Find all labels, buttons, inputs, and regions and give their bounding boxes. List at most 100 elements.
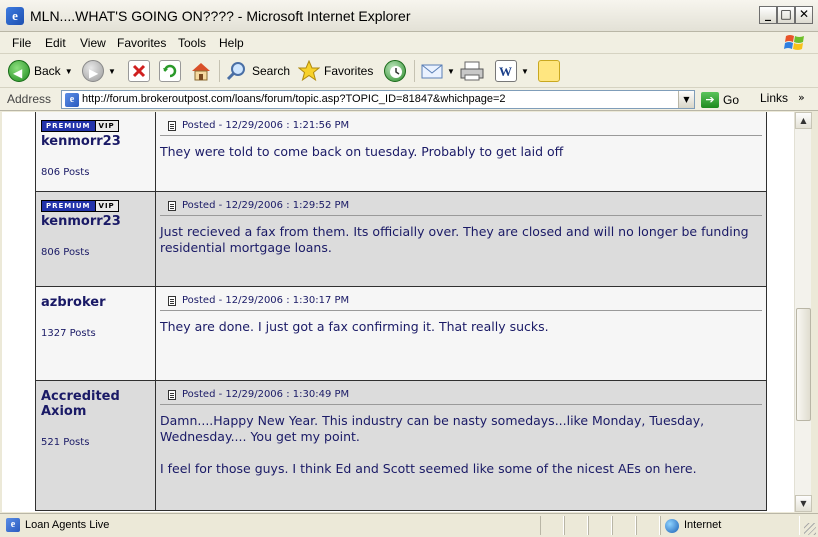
history-icon	[384, 60, 406, 82]
scroll-down-button[interactable]: ▼	[795, 495, 812, 512]
word-document-icon: W	[495, 60, 517, 82]
scroll-thumb[interactable]	[796, 308, 811, 421]
menu-view[interactable]: View	[80, 36, 106, 50]
forward-button[interactable]: ▶ ▼	[82, 58, 116, 84]
author-name-link[interactable]: kenmorr23	[41, 214, 150, 229]
forum-post-row: PREMIUM VIP kenmorr23 806 Posts Posted -…	[36, 192, 766, 287]
scroll-up-button[interactable]: ▲	[795, 112, 812, 129]
premium-badge: PREMIUM	[41, 200, 96, 212]
menu-favorites[interactable]: Favorites	[117, 36, 166, 50]
author-post-count: 1327 Posts	[41, 328, 96, 339]
search-icon	[226, 60, 248, 82]
go-arrow-icon: ➔	[701, 91, 719, 108]
history-button[interactable]	[384, 58, 406, 84]
forward-arrow-icon: ▶	[82, 60, 104, 82]
minimize-button[interactable]: _	[759, 6, 777, 24]
address-dropdown-icon[interactable]: ▼	[678, 91, 694, 108]
page-icon: e	[65, 93, 79, 107]
print-button[interactable]	[460, 58, 484, 84]
links-chevron-icon[interactable]: »	[798, 91, 805, 104]
menu-file[interactable]: File	[12, 36, 31, 50]
address-label: Address	[7, 92, 52, 106]
post-timestamp: Posted - 12/29/2006 : 1:29:52 PM	[182, 200, 350, 211]
post-body: They are done. I just got a fax confirmi…	[160, 319, 762, 335]
edit-dropdown-icon[interactable]: ▼	[521, 67, 529, 76]
vip-badge: VIP	[95, 120, 119, 132]
author-name-link[interactable]: azbroker	[41, 295, 150, 310]
post-document-icon	[168, 389, 176, 400]
toolbar-separator	[414, 60, 415, 82]
member-badges: PREMIUM VIP	[41, 200, 150, 212]
post-timestamp: Posted - 12/29/2006 : 1:21:56 PM	[182, 120, 350, 131]
menu-tools[interactable]: Tools	[178, 36, 206, 50]
forward-dropdown-icon[interactable]: ▼	[108, 67, 116, 76]
post-text: Just recieved a fax from them. Its offic…	[160, 224, 749, 255]
author-post-count: 806 Posts	[41, 247, 90, 258]
links-button[interactable]: Links	[760, 91, 788, 105]
forum-post-row: azbroker 1327 Posts Posted - 12/29/2006 …	[36, 287, 766, 381]
post-divider	[160, 135, 762, 136]
print-icon	[460, 60, 484, 82]
security-zone-label: Internet	[684, 519, 722, 531]
window-title: MLN....WHAT'S GOING ON???? - Microsoft I…	[30, 8, 411, 24]
forum-thread: PREMIUM VIP kenmorr23 806 Posts Posted -…	[35, 112, 767, 511]
refresh-icon	[159, 60, 181, 82]
home-button[interactable]	[190, 58, 212, 84]
vip-badge: VIP	[95, 200, 119, 212]
security-zone-panel	[660, 516, 800, 535]
post-author-cell: PREMIUM VIP kenmorr23 806 Posts	[36, 112, 156, 191]
edit-word-button[interactable]: W ▼	[495, 58, 529, 84]
status-panel	[588, 516, 612, 535]
home-icon	[190, 60, 212, 82]
post-timestamp: Posted - 12/29/2006 : 1:30:17 PM	[182, 295, 350, 306]
address-url[interactable]: http://forum.brokeroutpost.com/loans/for…	[82, 93, 506, 105]
back-arrow-icon: ◀	[8, 60, 30, 82]
maximize-button[interactable]: □	[777, 6, 795, 24]
stop-icon	[128, 60, 150, 82]
mail-icon	[421, 60, 443, 82]
post-body: Just recieved a fax from them. Its offic…	[160, 224, 762, 256]
internet-globe-icon	[665, 519, 679, 533]
page-status-icon: e	[6, 518, 20, 532]
post-body: They were told to come back on tuesday. …	[160, 144, 762, 160]
toolbar-separator	[219, 60, 220, 82]
premium-badge: PREMIUM	[41, 120, 96, 132]
post-cell: Posted - 12/29/2006 : 1:30:17 PM They ar…	[156, 287, 766, 380]
status-panel	[636, 516, 660, 535]
author-name-link[interactable]: Accredited Axiom	[41, 389, 131, 419]
resize-grip[interactable]	[804, 523, 816, 535]
status-panel	[612, 516, 636, 535]
favorites-label: Favorites	[324, 64, 374, 78]
author-post-count: 521 Posts	[41, 437, 90, 448]
close-button[interactable]: ✕	[795, 6, 813, 24]
ie-app-icon[interactable]: e	[6, 7, 24, 25]
mail-button[interactable]: ▼	[421, 58, 455, 84]
go-button[interactable]: ➔ Go	[701, 90, 739, 109]
post-divider	[160, 404, 762, 405]
menu-edit[interactable]: Edit	[45, 36, 66, 50]
search-button[interactable]: Search	[226, 58, 290, 84]
vertical-scrollbar[interactable]: ▲ ▼	[794, 112, 812, 512]
sticky-note-icon	[538, 60, 560, 82]
favorites-button[interactable]: Favorites	[297, 58, 374, 84]
status-text: Loan Agents Live	[25, 519, 110, 531]
go-label: Go	[723, 92, 740, 107]
address-input[interactable]: e http://forum.brokeroutpost.com/loans/f…	[61, 90, 695, 109]
stop-button[interactable]	[128, 58, 150, 84]
page-content: PREMIUM VIP kenmorr23 806 Posts Posted -…	[2, 112, 794, 512]
menu-bar: File Edit View Favorites Tools Help	[0, 32, 818, 54]
back-button[interactable]: ◀ Back ▼	[8, 58, 73, 84]
menu-help[interactable]: Help	[219, 36, 244, 50]
post-text: I feel for those guys. I think Ed and Sc…	[160, 461, 697, 476]
post-text: Damn....Happy New Year. This industry ca…	[160, 413, 705, 444]
refresh-button[interactable]	[159, 58, 181, 84]
post-author-cell: azbroker 1327 Posts	[36, 287, 156, 380]
post-author-cell: Accredited Axiom 521 Posts	[36, 381, 156, 510]
post-divider	[160, 215, 762, 216]
post-cell: Posted - 12/29/2006 : 1:29:52 PM Just re…	[156, 192, 766, 286]
address-bar: Address e http://forum.brokeroutpost.com…	[0, 88, 818, 111]
author-name-link[interactable]: kenmorr23	[41, 134, 150, 149]
mail-dropdown-icon[interactable]: ▼	[447, 67, 455, 76]
notes-button[interactable]	[538, 58, 560, 84]
back-dropdown-icon[interactable]: ▼	[65, 67, 73, 76]
